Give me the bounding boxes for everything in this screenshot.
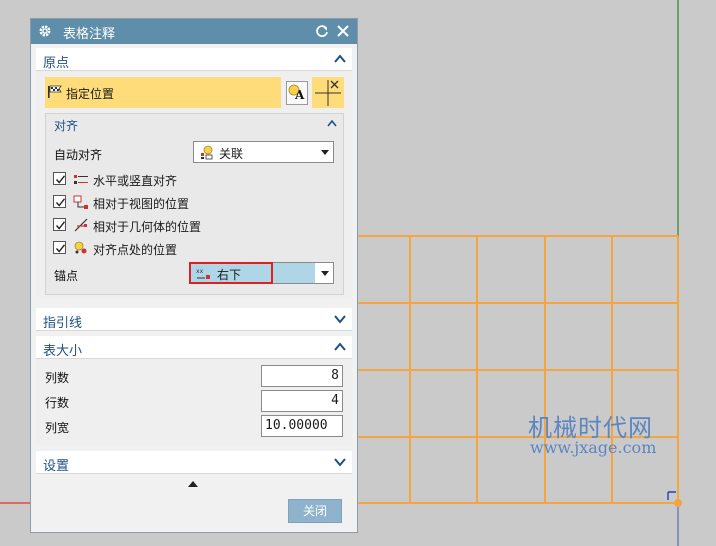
check-point-align[interactable]: 对齐点处的位置 xyxy=(53,239,333,257)
anchor-point[interactable] xyxy=(674,499,682,507)
font-style-icon: A xyxy=(288,84,305,102)
rows-input[interactable]: 4 xyxy=(261,390,343,412)
flag-icon xyxy=(48,85,62,98)
section-table-size-header[interactable]: 表大小 xyxy=(36,336,352,359)
origin-tool-button[interactable] xyxy=(312,77,344,108)
dialog-titlebar[interactable]: 表格注释 xyxy=(31,19,357,44)
relative-to-geometry-icon xyxy=(74,218,88,232)
rows-label: 行数 xyxy=(45,396,70,410)
column-width-input[interactable]: 10.00000 xyxy=(261,415,343,437)
point-align-icon xyxy=(74,241,87,254)
specify-location-label: 指定位置 xyxy=(66,87,115,101)
columns-input[interactable]: 8 xyxy=(261,365,343,387)
section-origin-header[interactable]: 原点 xyxy=(36,48,352,71)
relative-to-view-icon xyxy=(73,195,88,209)
section-settings-header[interactable]: 设置 xyxy=(36,451,352,474)
chevron-down-icon xyxy=(321,271,329,276)
checkbox[interactable] xyxy=(53,241,66,254)
column-width-label: 列宽 xyxy=(45,421,70,435)
section-leader-header[interactable]: 指引线 xyxy=(36,308,352,331)
option-label: 水平或竖直对齐 xyxy=(93,174,178,188)
checkbox[interactable] xyxy=(53,172,66,185)
option-label: 相对于几何体的位置 xyxy=(93,220,202,234)
origin-tool-icon xyxy=(315,80,341,106)
reset-icon[interactable] xyxy=(315,24,329,38)
svg-text:xx: xx xyxy=(196,268,204,275)
table-note-dialog: 表格注释 原点 指定位置 A 对齐 自动对齐 关联 水平或竖直对齐 相对于视图的… xyxy=(30,18,358,533)
auto-align-dropdown[interactable]: 关联 xyxy=(193,141,334,163)
checkbox[interactable] xyxy=(53,195,66,208)
alignment-header[interactable]: 对齐 xyxy=(46,114,343,134)
chevron-down-icon[interactable] xyxy=(334,457,346,467)
columns-label: 列数 xyxy=(45,371,70,385)
checkbox[interactable] xyxy=(53,218,66,231)
anchor-label: 锚点 xyxy=(54,269,79,283)
check-relative-to-view[interactable]: 相对于视图的位置 xyxy=(53,193,333,211)
chevron-up-icon[interactable] xyxy=(334,342,346,352)
option-label: 对齐点处的位置 xyxy=(93,243,178,257)
dialog-title: 表格注释 xyxy=(63,27,116,42)
gear-icon xyxy=(39,25,51,37)
section-settings-label: 设置 xyxy=(43,459,70,474)
svg-text:A: A xyxy=(294,88,305,102)
close-button[interactable]: 关闭 xyxy=(288,499,342,523)
section-table-size-label: 表大小 xyxy=(43,344,83,359)
expand-more-icon[interactable] xyxy=(188,481,198,487)
auto-align-value: 关联 xyxy=(219,147,244,161)
close-icon[interactable] xyxy=(336,24,350,38)
anchor-dropdown[interactable]: xx 右下 xyxy=(189,262,334,284)
specify-location-button[interactable]: 指定位置 xyxy=(45,77,281,108)
alignment-label: 对齐 xyxy=(54,119,79,133)
associative-icon xyxy=(201,145,213,160)
chevron-down-icon[interactable] xyxy=(334,314,346,324)
table-preview xyxy=(358,235,679,504)
section-leader-label: 指引线 xyxy=(43,316,83,331)
font-style-button[interactable]: A xyxy=(286,81,308,105)
option-label: 相对于视图的位置 xyxy=(93,197,190,211)
section-origin-label: 原点 xyxy=(43,56,70,71)
anchor-marker xyxy=(667,491,676,500)
check-horizontal-vertical[interactable]: 水平或竖直对齐 xyxy=(53,170,333,188)
bottom-right-anchor-icon: xx xyxy=(196,268,210,279)
chevron-up-icon[interactable] xyxy=(327,119,337,128)
chevron-down-icon xyxy=(321,150,329,155)
anchor-value: 右下 xyxy=(217,268,242,282)
watermark-url: www.jxage.com xyxy=(530,438,657,457)
check-relative-to-geometry[interactable]: 相对于几何体的位置 xyxy=(53,216,333,234)
chevron-up-icon[interactable] xyxy=(334,54,346,64)
auto-align-label: 自动对齐 xyxy=(54,148,103,162)
horizontal-vertical-align-icon xyxy=(74,175,88,184)
